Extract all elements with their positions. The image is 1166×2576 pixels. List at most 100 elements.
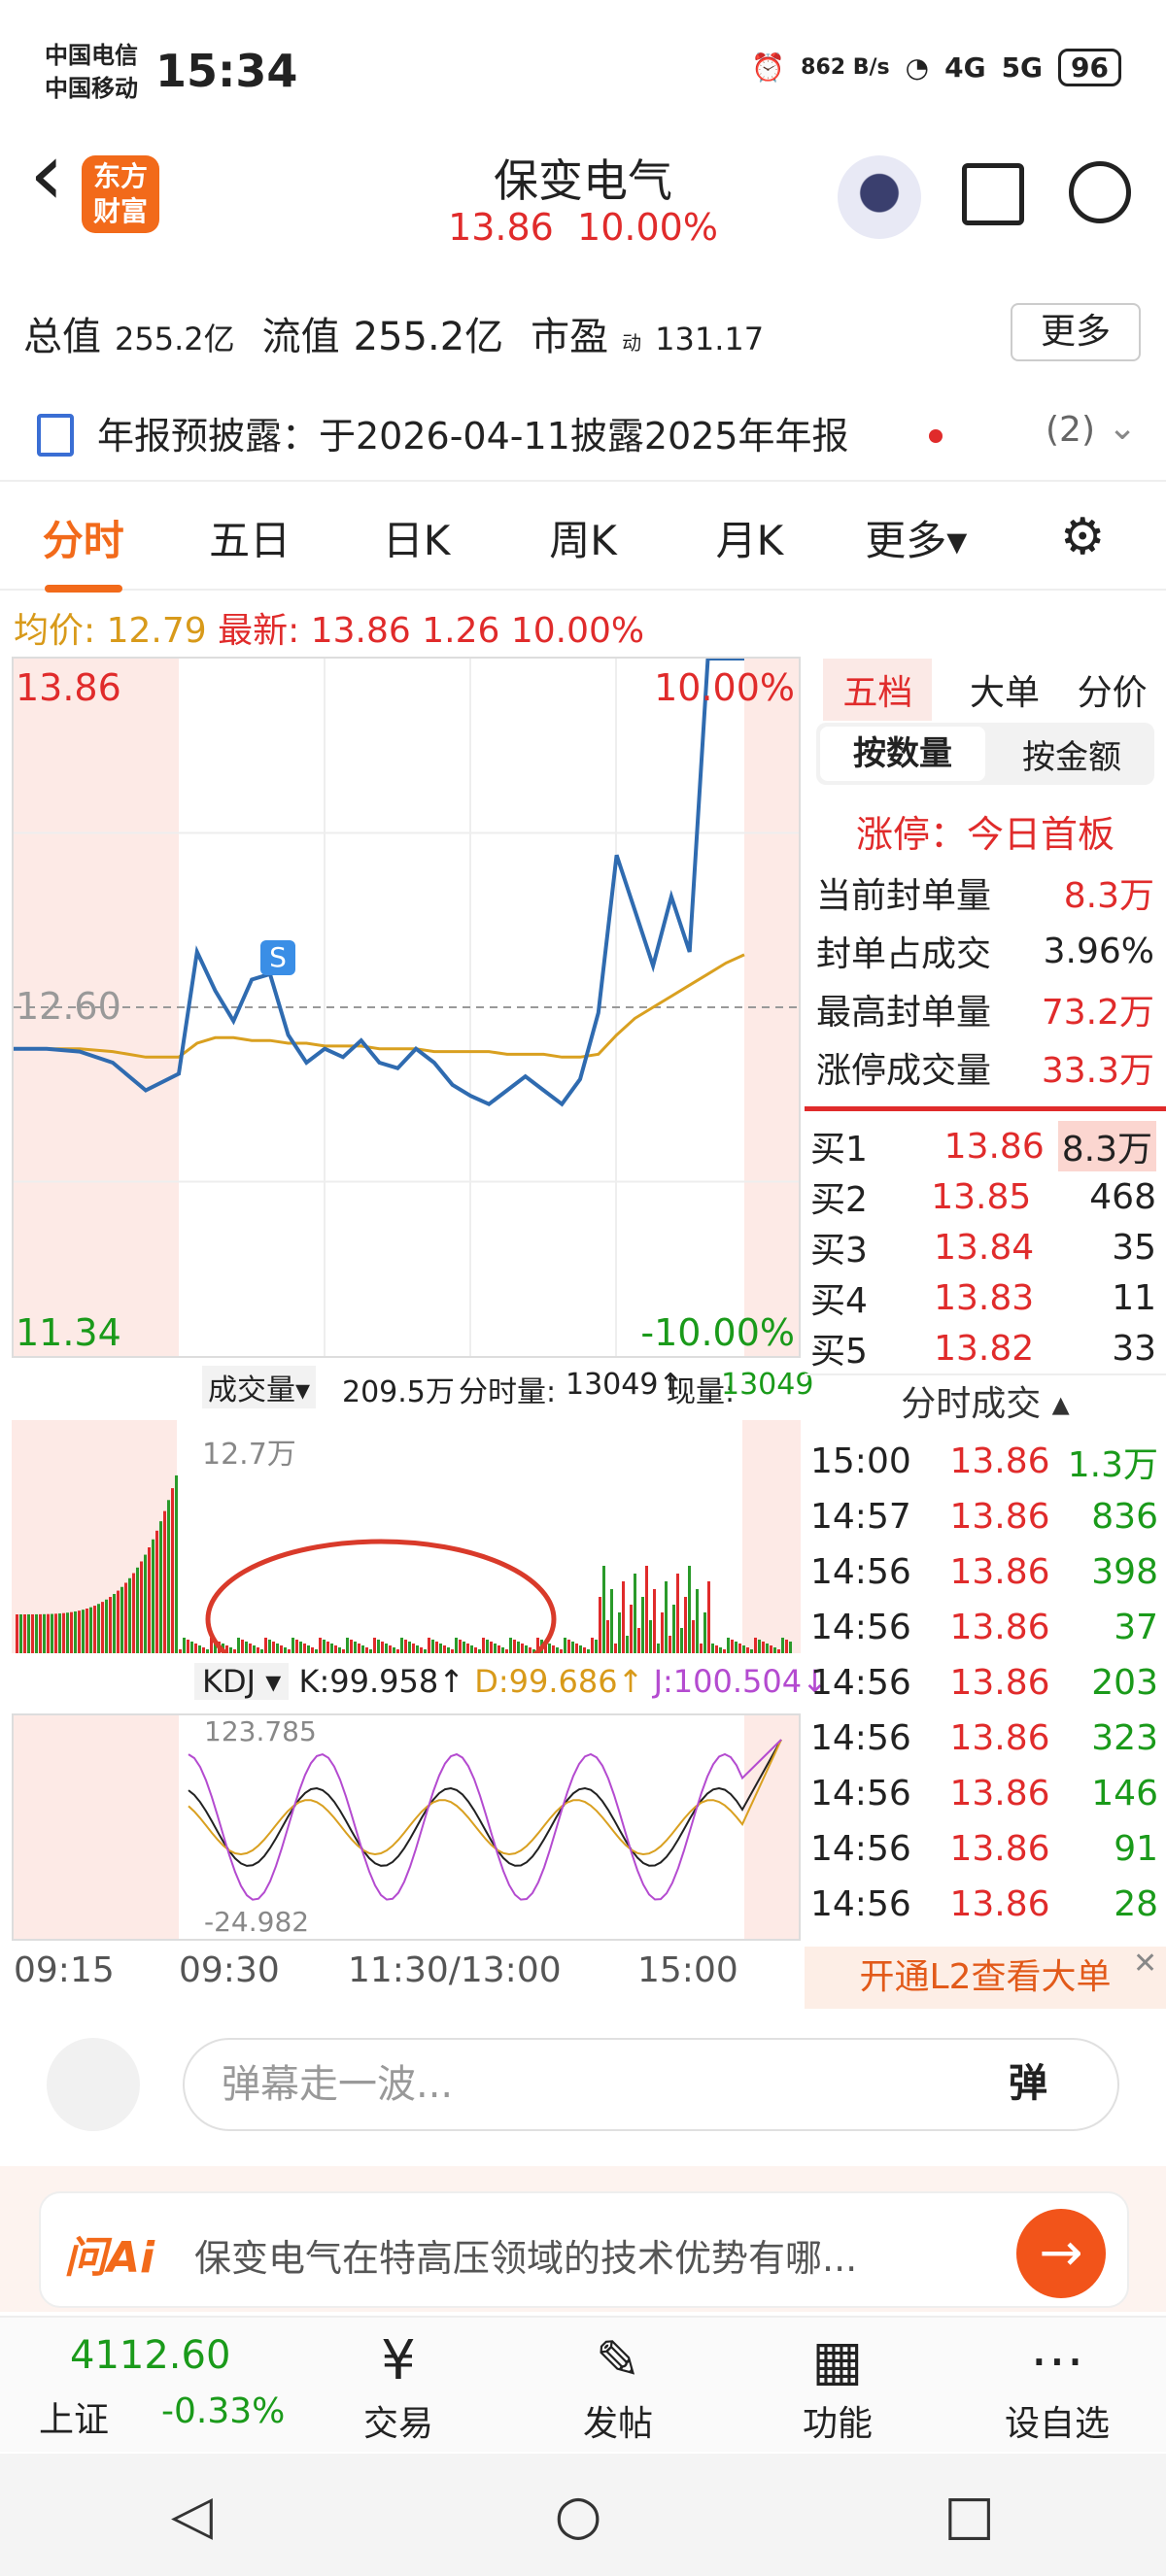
nav-function[interactable]: ▦ 功能 — [760, 2327, 915, 2446]
volume-bar — [626, 1636, 629, 1653]
volume-bar — [124, 1582, 127, 1653]
subtab-by-quantity[interactable]: 按数量 — [820, 727, 985, 781]
kdj-selector[interactable]: KDJ ▾ — [194, 1663, 290, 1700]
s-marker-icon[interactable]: S — [260, 940, 295, 975]
volume-bar — [463, 1642, 465, 1653]
close-icon[interactable]: ✕ — [1133, 1947, 1157, 1981]
volume-bar — [334, 1645, 337, 1653]
price-info-line: 均价: 12.79 最新: 13.86 1.26 10.00% — [14, 611, 645, 651]
volume-bar — [548, 1644, 551, 1653]
kdj-max-label: 123.785 — [204, 1715, 317, 1747]
volume-bar — [338, 1647, 341, 1653]
volume-bar — [280, 1645, 283, 1653]
battery-indicator: 96 — [1058, 49, 1121, 86]
arrow-right-icon[interactable]: → — [1016, 2209, 1106, 2298]
index-value[interactable]: 4112.60 — [70, 2333, 230, 2378]
side-tab-price-dist[interactable]: 分价 — [1078, 664, 1148, 715]
tab-intraday[interactable]: 分时 — [0, 508, 166, 593]
tab-weekly-k[interactable]: 周K — [499, 508, 666, 567]
sys-home-button[interactable]: ○ — [555, 2484, 602, 2547]
volume-bar — [692, 1620, 695, 1653]
side-tab-big-order[interactable]: 大单 — [970, 664, 1040, 715]
kdj-chart[interactable]: 123.785 -24.982 — [12, 1713, 801, 1941]
volume-bar — [404, 1640, 407, 1653]
tab-more[interactable]: 更多▾ — [833, 508, 999, 567]
danmu-input[interactable]: 弹幕走一波... — [183, 2038, 1119, 2131]
volume-selector[interactable]: 成交量▾ — [202, 1366, 317, 1408]
volume-bar — [501, 1647, 504, 1653]
volume-bar — [521, 1644, 524, 1653]
volume-bar — [707, 1581, 710, 1653]
index-name[interactable]: 上证 — [39, 2391, 109, 2442]
share-icon[interactable] — [962, 163, 1024, 225]
more-stats-button[interactable]: 更多 — [1011, 303, 1141, 361]
volume-bar — [525, 1645, 528, 1653]
pct-label-bottom: -10.00% — [640, 1311, 795, 1354]
volume-bar — [326, 1642, 329, 1653]
notice-bar[interactable]: 年报预披露：于2026-04-11披露2025年年报 (2) ⌄ — [0, 389, 1166, 482]
volume-bar — [649, 1620, 652, 1653]
volume-bar — [738, 1644, 741, 1653]
volume-bar — [253, 1645, 256, 1653]
net-speed: 862 B/s — [801, 55, 890, 80]
volume-chart[interactable]: 12.7万 — [12, 1420, 801, 1700]
volume-bar — [35, 1613, 38, 1653]
volume-bar — [140, 1561, 143, 1653]
more-dots-icon: ⋯ — [1030, 2329, 1084, 2392]
tab-monthly-k[interactable]: 月K — [667, 508, 833, 567]
volume-bar — [120, 1586, 123, 1653]
hand-drawn-circle — [205, 1539, 557, 1700]
volume-bar — [785, 1640, 788, 1653]
notice-text: 年报预披露：于2026-04-11披露2025年年报 — [97, 415, 849, 458]
danmu-settings-icon[interactable] — [47, 2038, 140, 2131]
volume-bar — [715, 1645, 718, 1653]
intraday-chart[interactable]: 13.86 12.60 11.34 10.00% -10.00% S — [12, 657, 801, 1358]
volume-bar — [233, 1649, 236, 1653]
index-change[interactable]: -0.33% — [161, 2391, 285, 2431]
volume-bar — [742, 1645, 745, 1653]
volume-bar — [579, 1645, 582, 1653]
order-book: 买1 13.86 8.3万 买2 13.85 468 买3 13.84 35 买4 13.83… — [805, 1111, 1166, 1375]
volume-bar — [303, 1644, 306, 1653]
sys-recent-button[interactable]: □ — [943, 2484, 995, 2547]
nav-trade[interactable]: ¥ 交易 — [321, 2327, 476, 2446]
gear-icon[interactable]: ⚙ — [1000, 508, 1166, 566]
volume-bar — [365, 1647, 368, 1653]
volume-bar — [435, 1642, 438, 1653]
volume-bar — [696, 1589, 699, 1653]
ai-question-text[interactable]: 保变电气在特高压领域的技术优势有哪... — [194, 2228, 991, 2282]
open-l2-button[interactable]: 开通L2查看大单 — [805, 1947, 1166, 2009]
list-item: 14:56 13.86 91 — [810, 1829, 1158, 1869]
subtab-by-amount[interactable]: 按金额 — [989, 730, 1154, 778]
search-icon[interactable] — [1069, 161, 1131, 223]
side-tab-five-level[interactable]: 五档 — [823, 659, 933, 721]
side-tabs: 五档 大单 分价 — [805, 657, 1166, 723]
nav-favorite[interactable]: ⋯ 设自选 — [979, 2327, 1135, 2446]
volume-bar — [396, 1649, 399, 1653]
side-panel: 五档 大单 分价 按数量 按金额 涨停：今日首板 当前封单量 8.3万 封单占成交… — [805, 657, 1166, 1932]
volume-bar — [731, 1640, 734, 1653]
volume-bar — [47, 1613, 50, 1653]
side-subtabs: 按数量 按金额 — [816, 723, 1154, 785]
list-item: 买4 13.83 11 — [810, 1277, 1156, 1322]
list-item: 15:00 13.86 1.3万 — [810, 1441, 1158, 1485]
volume-bar — [155, 1530, 158, 1653]
volume-bar — [571, 1642, 574, 1653]
signal-4g: 4G — [944, 51, 986, 84]
volume-bar — [354, 1642, 357, 1653]
volume-bar — [105, 1599, 108, 1653]
danmu-toggle-button[interactable]: 弹 — [1009, 2051, 1047, 2108]
volume-bar — [758, 1640, 761, 1653]
tab-daily-k[interactable]: 日K — [333, 508, 499, 567]
nav-post[interactable]: ✎ 发帖 — [540, 2327, 696, 2446]
volume-bar — [307, 1645, 310, 1653]
volume-bar — [494, 1644, 497, 1653]
trade-list-header[interactable]: 分时成交 ▴ — [805, 1375, 1166, 1434]
tab-five-day[interactable]: 五日 — [166, 508, 332, 567]
volume-bar — [264, 1638, 267, 1653]
kdj-min-label: -24.982 — [204, 1906, 310, 1938]
list-item: 14:56 13.86 146 — [810, 1774, 1158, 1813]
sys-back-button[interactable]: ◁ — [171, 2484, 213, 2547]
ai-assistant-avatar[interactable] — [838, 155, 921, 239]
volume-bar — [19, 1613, 22, 1653]
